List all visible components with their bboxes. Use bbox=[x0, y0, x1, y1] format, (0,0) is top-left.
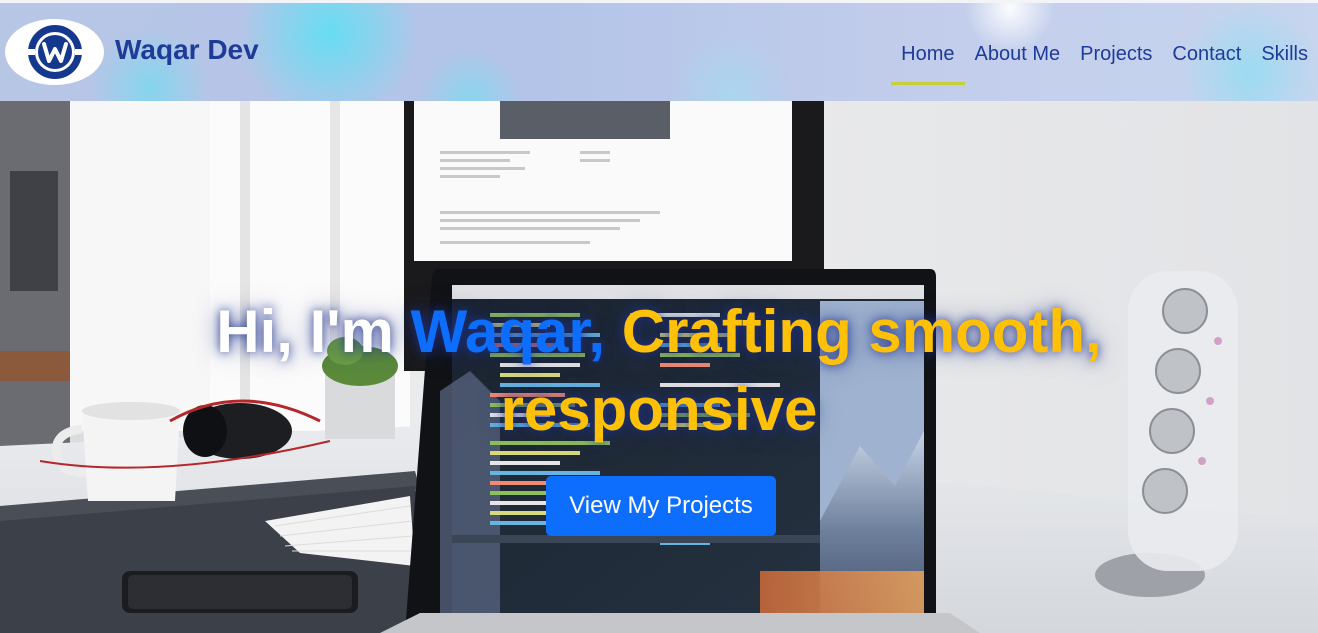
nav-skills-label: Skills bbox=[1261, 42, 1308, 65]
waqar-logo-icon[interactable] bbox=[5, 19, 104, 85]
navbar: Waqar Dev Home About Me Projects Contact… bbox=[0, 0, 1318, 101]
nav-home[interactable]: Home bbox=[891, 3, 965, 101]
nav-contact-label: Contact bbox=[1172, 42, 1242, 65]
hero-headline: Hi, I'm Waqar, Crafting smooth, responsi… bbox=[0, 293, 1318, 449]
brand-name[interactable]: Waqar Dev bbox=[115, 34, 259, 66]
main-nav: Home About Me Projects Contact Skills bbox=[891, 3, 1318, 101]
nav-home-label: Home bbox=[901, 42, 955, 65]
view-projects-button[interactable]: View My Projects bbox=[546, 476, 776, 536]
hero-greeting: Hi, I'm bbox=[216, 298, 394, 365]
nav-contact[interactable]: Contact bbox=[1162, 3, 1251, 101]
hero-name: Waqar, bbox=[410, 298, 606, 365]
nav-skills[interactable]: Skills bbox=[1251, 3, 1318, 101]
hero-section: Hi, I'm Waqar, Crafting smooth, responsi… bbox=[0, 101, 1318, 633]
nav-projects[interactable]: Projects bbox=[1070, 3, 1162, 101]
nav-projects-label: Projects bbox=[1080, 42, 1153, 65]
nav-about-me[interactable]: About Me bbox=[965, 3, 1071, 101]
brand[interactable]: Waqar Dev bbox=[5, 19, 259, 85]
nav-about-me-label: About Me bbox=[974, 42, 1061, 65]
